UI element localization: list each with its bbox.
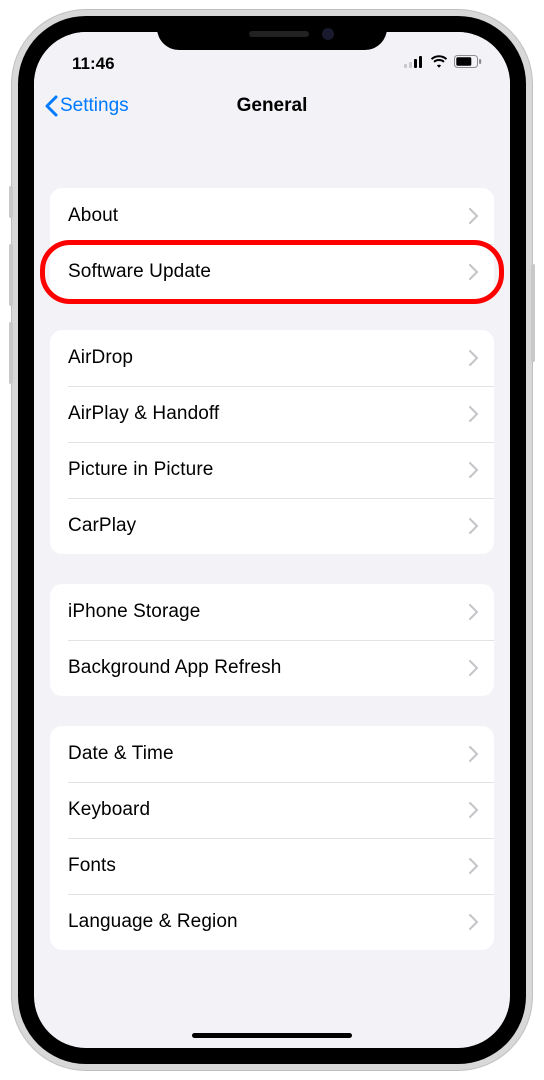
nav-bar: Settings General — [34, 82, 510, 130]
notch — [157, 16, 387, 50]
chevron-right-icon — [469, 462, 478, 478]
group-0: About Software Update — [50, 188, 494, 300]
row-label: Date & Time — [68, 743, 174, 765]
screen: 11:46 — [34, 32, 510, 1048]
row-software-update[interactable]: Software Update — [50, 244, 494, 300]
row-label: CarPlay — [68, 515, 136, 537]
wifi-icon — [430, 55, 448, 73]
phone-frame: 11:46 — [12, 10, 532, 1070]
row-background-app-refresh[interactable]: Background App Refresh — [50, 640, 494, 696]
row-label: Fonts — [68, 855, 116, 877]
home-indicator[interactable] — [192, 1033, 352, 1038]
status-time: 11:46 — [72, 54, 115, 74]
content: About Software Update AirDrop AirPlay & — [34, 188, 510, 950]
chevron-right-icon — [469, 350, 478, 366]
chevron-right-icon — [469, 208, 478, 224]
row-airdrop[interactable]: AirDrop — [50, 330, 494, 386]
row-language-region[interactable]: Language & Region — [50, 894, 494, 950]
chevron-right-icon — [469, 518, 478, 534]
power-button — [531, 264, 535, 362]
row-date-time[interactable]: Date & Time — [50, 726, 494, 782]
chevron-right-icon — [469, 858, 478, 874]
group-2: iPhone Storage Background App Refresh — [50, 584, 494, 696]
row-fonts[interactable]: Fonts — [50, 838, 494, 894]
row-about[interactable]: About — [50, 188, 494, 244]
cellular-icon — [404, 55, 424, 73]
row-picture-in-picture[interactable]: Picture in Picture — [50, 442, 494, 498]
volume-up-button — [9, 244, 13, 306]
row-label: iPhone Storage — [68, 601, 200, 623]
back-label: Settings — [60, 95, 129, 117]
row-label: AirDrop — [68, 347, 133, 369]
row-airplay-handoff[interactable]: AirPlay & Handoff — [50, 386, 494, 442]
row-keyboard[interactable]: Keyboard — [50, 782, 494, 838]
bezel: 11:46 — [18, 16, 526, 1064]
row-label: About — [68, 205, 118, 227]
chevron-right-icon — [469, 406, 478, 422]
row-label: Language & Region — [68, 911, 238, 933]
chevron-left-icon — [44, 95, 58, 117]
chevron-right-icon — [469, 802, 478, 818]
group-3: Date & Time Keyboard Fonts Language & Re… — [50, 726, 494, 950]
chevron-right-icon — [469, 914, 478, 930]
chevron-right-icon — [469, 660, 478, 676]
row-carplay[interactable]: CarPlay — [50, 498, 494, 554]
status-icons — [404, 55, 482, 73]
row-label: Background App Refresh — [68, 657, 281, 679]
row-label: Keyboard — [68, 799, 150, 821]
row-label: AirPlay & Handoff — [68, 403, 219, 425]
silence-switch — [9, 186, 13, 218]
volume-down-button — [9, 322, 13, 384]
chevron-right-icon — [469, 604, 478, 620]
battery-icon — [454, 55, 482, 73]
chevron-right-icon — [469, 746, 478, 762]
row-label: Software Update — [68, 261, 211, 283]
chevron-right-icon — [469, 264, 478, 280]
group-1: AirDrop AirPlay & Handoff Picture in Pic… — [50, 330, 494, 554]
row-label: Picture in Picture — [68, 459, 213, 481]
back-button[interactable]: Settings — [44, 95, 129, 117]
row-iphone-storage[interactable]: iPhone Storage — [50, 584, 494, 640]
